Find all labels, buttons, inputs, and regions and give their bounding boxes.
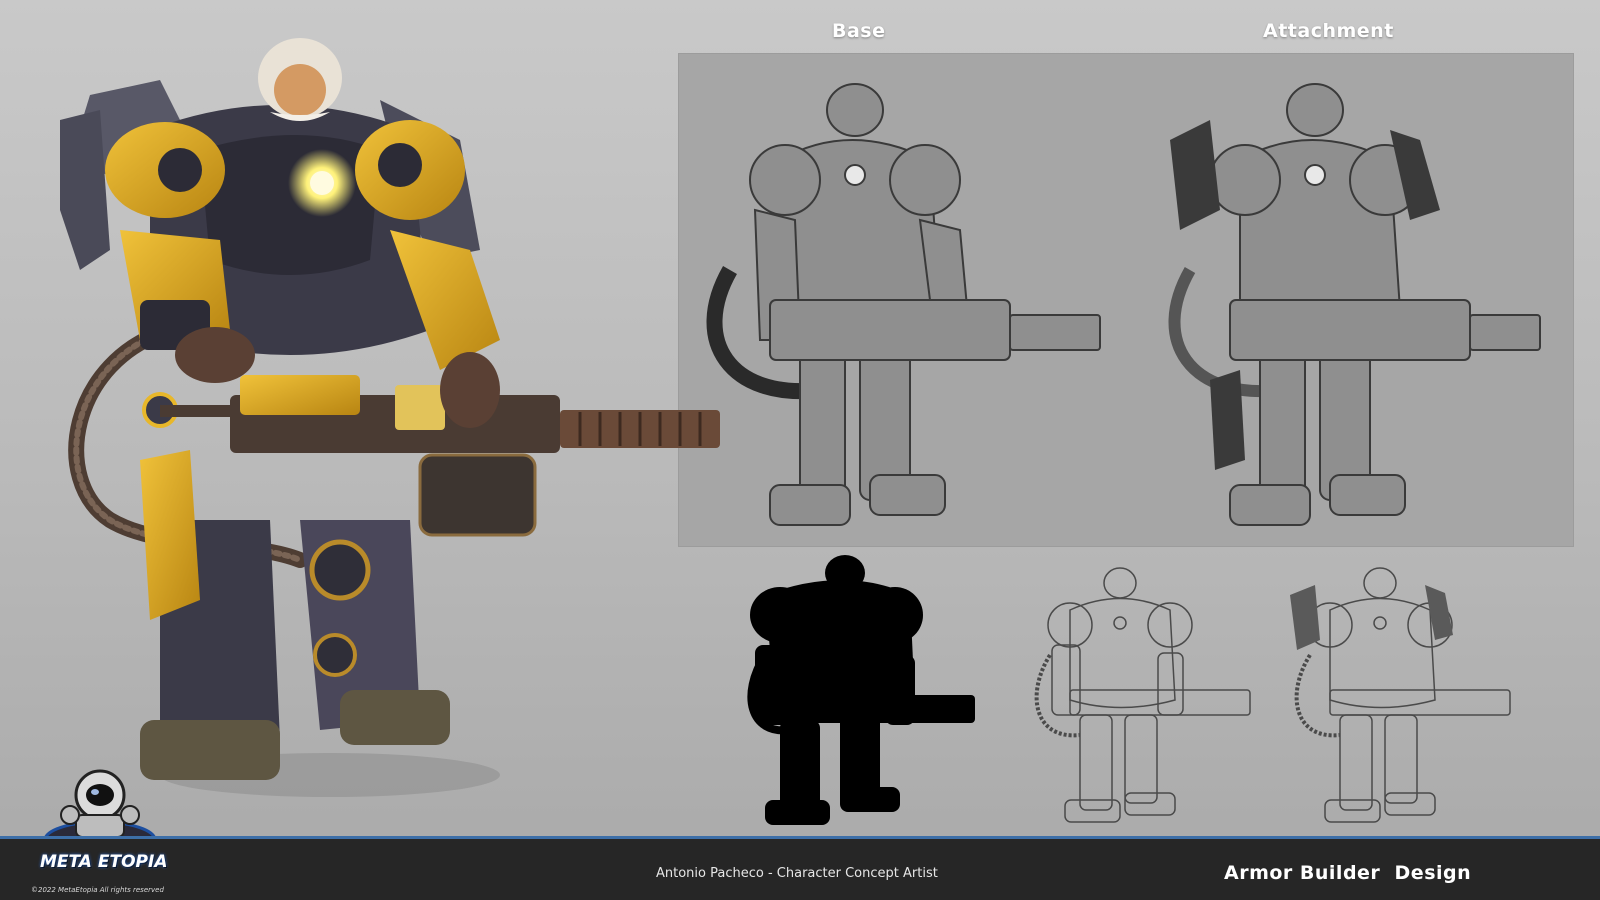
base-armor-sketch — [706, 83, 1101, 526]
copyright-notice: ©2022 MetaEtopia All rights reserved — [31, 886, 164, 894]
artist-credit: Antonio Pacheco - Character Concept Arti… — [656, 866, 938, 881]
lineart-base — [1034, 567, 1251, 823]
lineart-attachment — [1290, 567, 1511, 823]
silhouette — [747, 555, 975, 825]
sheet-title: Armor Builder Design — [1224, 862, 1472, 884]
attachment-armor-sketch — [1168, 83, 1541, 526]
logo-wordmark: META ETOPIA — [40, 852, 168, 872]
armored-ape-render — [60, 38, 720, 797]
base-header: Base — [832, 20, 886, 42]
attachment-header: Attachment — [1263, 20, 1394, 42]
